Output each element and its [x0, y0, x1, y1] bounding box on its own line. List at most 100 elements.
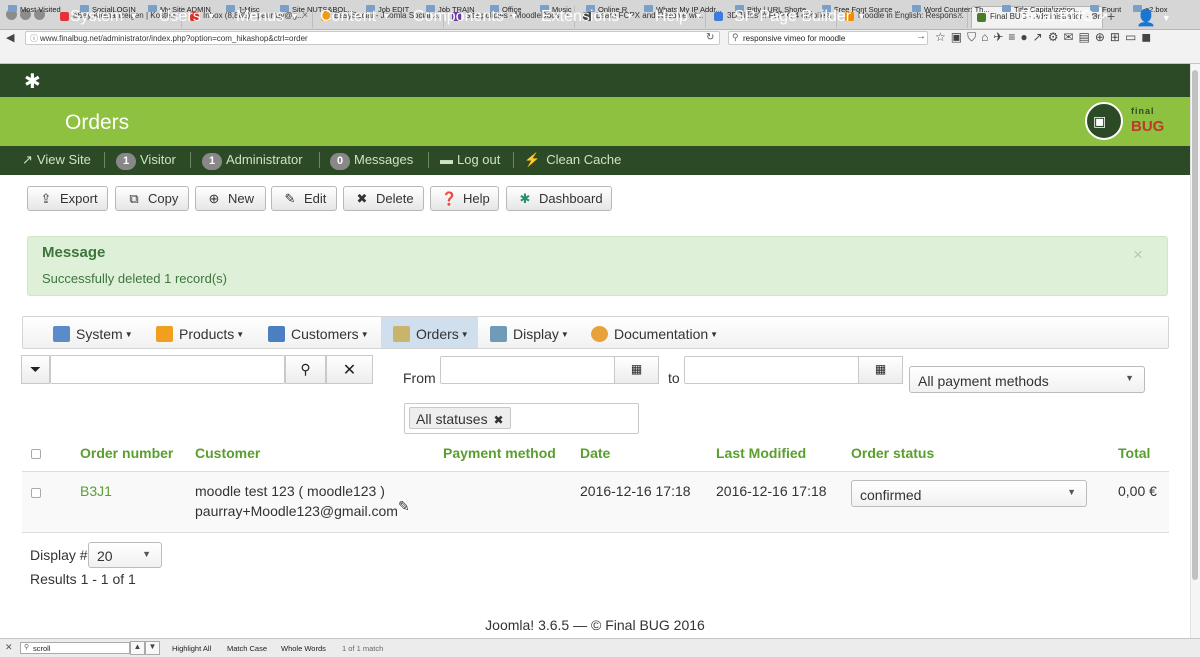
scrollbar-thumb[interactable]: [1192, 70, 1198, 580]
search-go-icon[interactable]: →: [916, 31, 926, 42]
caret-down-icon: ▼: [206, 11, 216, 21]
button-label: Copy: [148, 191, 179, 206]
dashboard-button[interactable]: ✱ Dashboard: [506, 186, 612, 211]
order-number-link[interactable]: B3J1: [80, 483, 112, 499]
find-next-button[interactable]: ▼: [145, 641, 160, 655]
column-customer[interactable]: Customer: [195, 445, 260, 461]
user-menu[interactable]: 👤 ▼: [1136, 8, 1171, 28]
status-tag[interactable]: All statuses ✖: [409, 407, 511, 429]
row-checkbox[interactable]: [31, 488, 41, 498]
highlight-all-toggle[interactable]: Highlight All: [172, 644, 211, 653]
menu-label: System: [70, 8, 124, 25]
site-link[interactable]: Final BUG ↗: [1020, 8, 1109, 26]
calendar-icon[interactable]: ▦: [614, 356, 659, 384]
administrator-status[interactable]: 1 Administrator: [202, 152, 303, 170]
payment-method-select[interactable]: All payment methods ▼: [909, 366, 1145, 393]
clean-cache-link[interactable]: ⚡ Clean Cache: [524, 152, 621, 168]
hika-menu-orders[interactable]: Orders ▼: [393, 326, 469, 342]
hika-menu-label: Products: [179, 326, 235, 342]
export-button[interactable]: ⇪ Export: [27, 186, 108, 211]
messages-status[interactable]: 0 Messages: [330, 152, 413, 170]
divider: [104, 152, 105, 168]
menu-components[interactable]: Components ▼: [413, 8, 519, 26]
menu-content[interactable]: Content ▼: [320, 8, 391, 26]
menu-help[interactable]: Help ▼: [655, 8, 703, 26]
find-previous-button[interactable]: ▲: [130, 641, 145, 655]
back-arrow-icon[interactable]: ◀: [6, 31, 14, 44]
copy-button[interactable]: ⧉ Copy: [115, 186, 189, 211]
visitor-status[interactable]: 1 Visitor: [116, 152, 176, 170]
order-status-select[interactable]: confirmed ▼: [851, 480, 1087, 507]
calendar-icon[interactable]: ▦: [858, 356, 903, 384]
select-all-checkbox[interactable]: [31, 449, 41, 459]
logout-link[interactable]: ▬ Log out: [440, 152, 500, 167]
menu-menus[interactable]: Menus ▼: [236, 8, 299, 26]
hika-menu-products[interactable]: Products ▼: [156, 326, 244, 342]
logout-label: Log out: [457, 152, 501, 167]
filter-icon[interactable]: ⏷: [21, 355, 50, 384]
minus-icon: ▬: [440, 152, 453, 167]
bookmark-item[interactable]: Word Counter: Th...: [912, 5, 990, 14]
delete-x-icon: ✖: [356, 191, 368, 206]
bookmark-item[interactable]: Most Visited: [8, 5, 61, 14]
select-value: All payment methods: [918, 373, 1049, 389]
menu-extensions[interactable]: Extensions ▼: [541, 8, 634, 26]
to-date-input[interactable]: [684, 356, 859, 384]
url-bar[interactable]: www.finalbug.net/administrator/index.php…: [25, 31, 720, 45]
clear-search-icon[interactable]: ✕: [326, 355, 373, 384]
search-icon[interactable]: ⚲: [285, 355, 326, 384]
caret-down-icon: ▼: [509, 11, 519, 21]
remove-tag-icon[interactable]: ✖: [493, 413, 503, 427]
joomla-logo-icon[interactable]: ✱: [24, 69, 41, 94]
display-label: Display #: [30, 547, 88, 563]
hika-menu-label: Documentation: [614, 326, 709, 342]
from-date-input[interactable]: [440, 356, 615, 384]
view-site-label: View Site: [36, 152, 91, 167]
divider: [513, 152, 514, 168]
column-payment-method[interactable]: Payment method: [443, 445, 556, 461]
message-close-icon[interactable]: ×: [1133, 245, 1143, 265]
lifebuoy-icon: [591, 326, 608, 342]
new-button[interactable]: ⊕ New: [195, 186, 266, 211]
tools-icon: [53, 326, 70, 342]
joomla-top-menu: [0, 64, 1190, 97]
logo-text-top: final: [1131, 106, 1155, 116]
hika-menu-display[interactable]: Display ▼: [490, 326, 569, 342]
browser-search-input[interactable]: responsive vimeo for moodle: [728, 31, 928, 45]
column-order-number[interactable]: Order number: [80, 445, 173, 461]
reload-icon[interactable]: ↻: [706, 32, 714, 43]
menu-system[interactable]: System ▼: [70, 8, 138, 26]
info-icon[interactable]: ⓘ: [30, 33, 38, 44]
whole-words-toggle[interactable]: Whole Words: [281, 644, 326, 653]
dashboard-icon: ✱: [519, 191, 531, 206]
edit-customer-pencil-icon[interactable]: ✎: [398, 498, 410, 515]
find-input[interactable]: scroll: [20, 642, 130, 654]
menu-users[interactable]: Users ▼: [159, 8, 216, 26]
caret-down-icon: ▼: [710, 330, 719, 339]
hika-menu-customers[interactable]: Customers ▼: [268, 326, 369, 342]
display-count-select[interactable]: 20 ▼: [88, 542, 162, 568]
caret-down-icon: ▼: [625, 11, 635, 21]
column-date[interactable]: Date: [580, 445, 610, 461]
column-total[interactable]: Total: [1118, 445, 1150, 461]
hika-menu-documentation[interactable]: Documentation ▼: [591, 326, 718, 342]
column-order-status[interactable]: Order status: [851, 445, 934, 461]
search-input[interactable]: [50, 355, 285, 384]
menu-sp-page-builder[interactable]: SP Page Builder ▼: [734, 8, 866, 26]
tab-favicon-icon: [977, 13, 986, 22]
view-site-link[interactable]: ↗ View Site: [22, 152, 91, 168]
help-button[interactable]: ❓ Help: [430, 186, 499, 211]
delete-button[interactable]: ✖ Delete: [343, 186, 424, 211]
caret-down-icon: ▼: [1067, 487, 1076, 497]
edit-icon: ✎: [284, 191, 296, 206]
button-label: New: [228, 191, 255, 206]
caret-down-icon: ▼: [129, 11, 139, 21]
hika-menu-system[interactable]: System ▼: [53, 326, 133, 342]
match-case-toggle[interactable]: Match Case: [227, 644, 267, 653]
close-find-icon[interactable]: ✕: [5, 642, 13, 653]
button-label: Export: [60, 191, 98, 206]
column-last-modified[interactable]: Last Modified: [716, 445, 806, 461]
search-text: responsive vimeo for moodle: [743, 34, 846, 43]
browser-toolbar-icons[interactable]: ☆▣⛉⌂✈≡●↗⚙✉▤⊕⊞▭◼: [935, 30, 1156, 45]
edit-button[interactable]: ✎ Edit: [271, 186, 337, 211]
